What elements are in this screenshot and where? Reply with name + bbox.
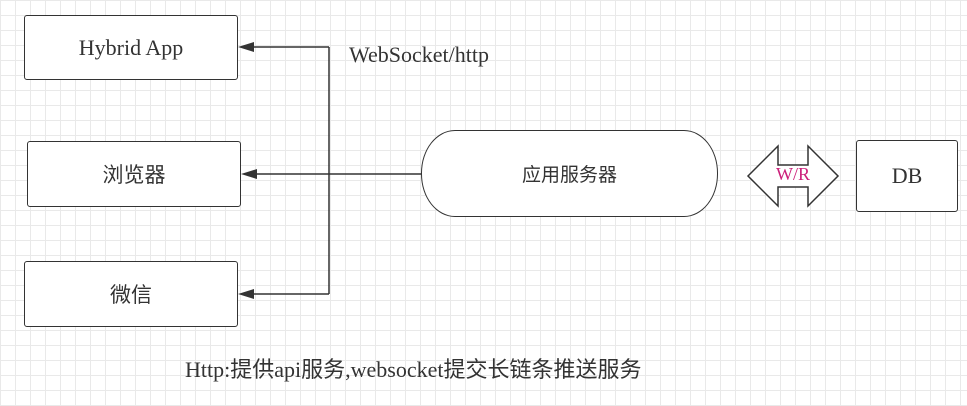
- protocol-label: WebSocket/http: [349, 42, 489, 67]
- arrowhead-hybrid: [238, 42, 254, 52]
- node-hybrid-app-label: Hybrid App: [78, 34, 184, 60]
- node-db: DB: [856, 140, 958, 212]
- node-browser: 浏览器: [27, 141, 241, 207]
- arrowhead-wechat: [238, 289, 254, 299]
- node-app-server-label: 应用服务器: [521, 164, 617, 186]
- diagram-canvas: Hybrid App 浏览器 微信 WebSocket/http 应用服务器 W…: [0, 0, 967, 406]
- wr-label: W/R: [776, 164, 810, 184]
- node-hybrid-app: Hybrid App: [24, 15, 238, 80]
- node-app-server: 应用服务器: [421, 130, 718, 217]
- node-wechat: 微信: [24, 261, 238, 327]
- diagram-caption: Http:提供api服务,websocket提交长链条推送服务: [185, 357, 642, 382]
- arrowhead-browser: [241, 169, 257, 179]
- node-browser-label: 浏览器: [102, 163, 166, 187]
- node-wechat-label: 微信: [110, 283, 152, 307]
- node-db-label: DB: [891, 163, 923, 188]
